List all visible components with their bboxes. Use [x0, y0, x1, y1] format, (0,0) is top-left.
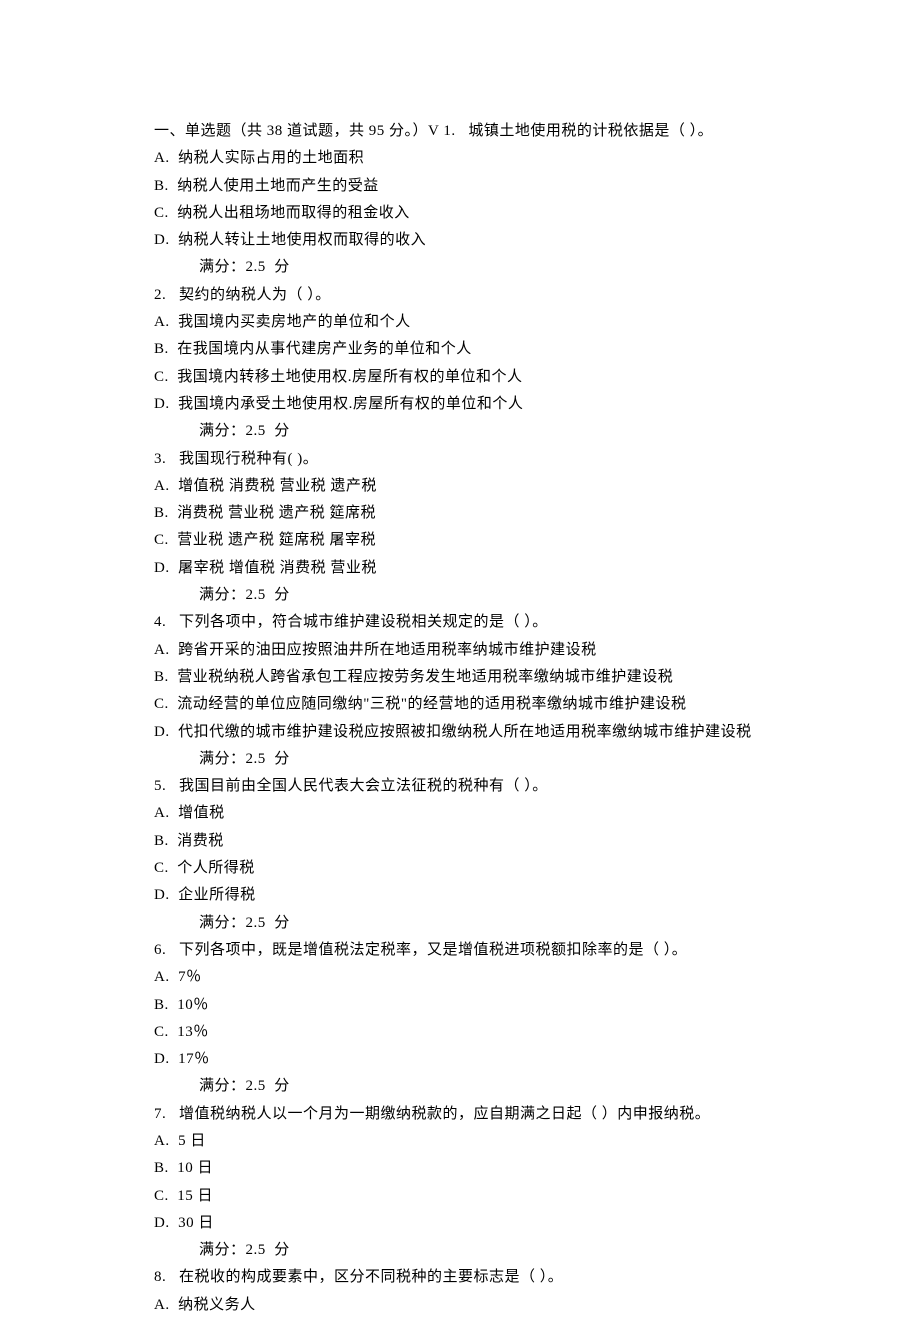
- question-option: B. 消费税: [154, 828, 920, 855]
- question-option: A. 增值税: [154, 800, 920, 827]
- question-option: A. 纳税人实际占用的土地面积: [154, 145, 920, 172]
- question-option: C. 13％: [154, 1019, 920, 1046]
- document-content: 一、单选题（共 38 道试题，共 95 分。）V 1. 城镇土地使用税的计税依据…: [154, 118, 920, 1319]
- question-option: C. 我国境内转移土地使用权.房屋所有权的单位和个人: [154, 364, 920, 391]
- question-option: D. 企业所得税: [154, 882, 920, 909]
- question-option: B. 纳税人使用土地而产生的受益: [154, 173, 920, 200]
- question-option: A. 增值税 消费税 营业税 遗产税: [154, 473, 920, 500]
- question-option: D. 30 日: [154, 1210, 920, 1237]
- question-option: C. 营业税 遗产税 筵席税 屠宰税: [154, 527, 920, 554]
- question-option: C. 流动经营的单位应随同缴纳"三税"的经营地的适用税率缴纳城市维护建设税: [154, 691, 920, 718]
- question-stem: 4. 下列各项中，符合城市维护建设税相关规定的是（ ）。: [154, 609, 920, 636]
- score-line: 满分：2.5 分: [154, 582, 920, 609]
- questions-container: A. 纳税人实际占用的土地面积B. 纳税人使用土地而产生的受益C. 纳税人出租场…: [154, 145, 920, 1319]
- question-stem: 6. 下列各项中，既是增值税法定税率，又是增值税进项税额扣除率的是（ ）。: [154, 937, 920, 964]
- question-option: B. 10％: [154, 992, 920, 1019]
- question-option: D. 17％: [154, 1046, 920, 1073]
- question-option: A. 7％: [154, 964, 920, 991]
- question-option: B. 营业税纳税人跨省承包工程应按劳务发生地适用税率缴纳城市维护建设税: [154, 664, 920, 691]
- question-option: A. 我国境内买卖房地产的单位和个人: [154, 309, 920, 336]
- score-line: 满分：2.5 分: [154, 1237, 920, 1264]
- question-stem: 2. 契约的纳税人为（ ）。: [154, 282, 920, 309]
- question-option: C. 15 日: [154, 1183, 920, 1210]
- question-option: C. 纳税人出租场地而取得的租金收入: [154, 200, 920, 227]
- score-line: 满分：2.5 分: [154, 910, 920, 937]
- question-stem: 3. 我国现行税种有( )。: [154, 446, 920, 473]
- question-stem: 8. 在税收的构成要素中，区分不同税种的主要标志是（ ）。: [154, 1264, 920, 1291]
- question-option: B. 在我国境内从事代建房产业务的单位和个人: [154, 336, 920, 363]
- score-line: 满分：2.5 分: [154, 746, 920, 773]
- score-line: 满分：2.5 分: [154, 418, 920, 445]
- question-option: D. 代扣代缴的城市维护建设税应按照被扣缴纳税人所在地适用税率缴纳城市维护建设税: [154, 719, 920, 746]
- question-option: A. 纳税义务人: [154, 1292, 920, 1319]
- question-option: A. 跨省开采的油田应按照油井所在地适用税率纳城市维护建设税: [154, 637, 920, 664]
- question-stem: 5. 我国目前由全国人民代表大会立法征税的税种有（ ）。: [154, 773, 920, 800]
- section-header: 一、单选题（共 38 道试题，共 95 分。）V 1. 城镇土地使用税的计税依据…: [154, 118, 920, 145]
- question-option: D. 纳税人转让土地使用权而取得的收入: [154, 227, 920, 254]
- question-stem: 7. 增值税纳税人以一个月为一期缴纳税款的，应自期满之日起（ ）内申报纳税。: [154, 1101, 920, 1128]
- question-option: A. 5 日: [154, 1128, 920, 1155]
- question-option: B. 10 日: [154, 1155, 920, 1182]
- question-option: C. 个人所得税: [154, 855, 920, 882]
- question-option: D. 屠宰税 增值税 消费税 营业税: [154, 555, 920, 582]
- question-option: B. 消费税 营业税 遗产税 筵席税: [154, 500, 920, 527]
- score-line: 满分：2.5 分: [154, 1073, 920, 1100]
- question-option: D. 我国境内承受土地使用权.房屋所有权的单位和个人: [154, 391, 920, 418]
- score-line: 满分：2.5 分: [154, 254, 920, 281]
